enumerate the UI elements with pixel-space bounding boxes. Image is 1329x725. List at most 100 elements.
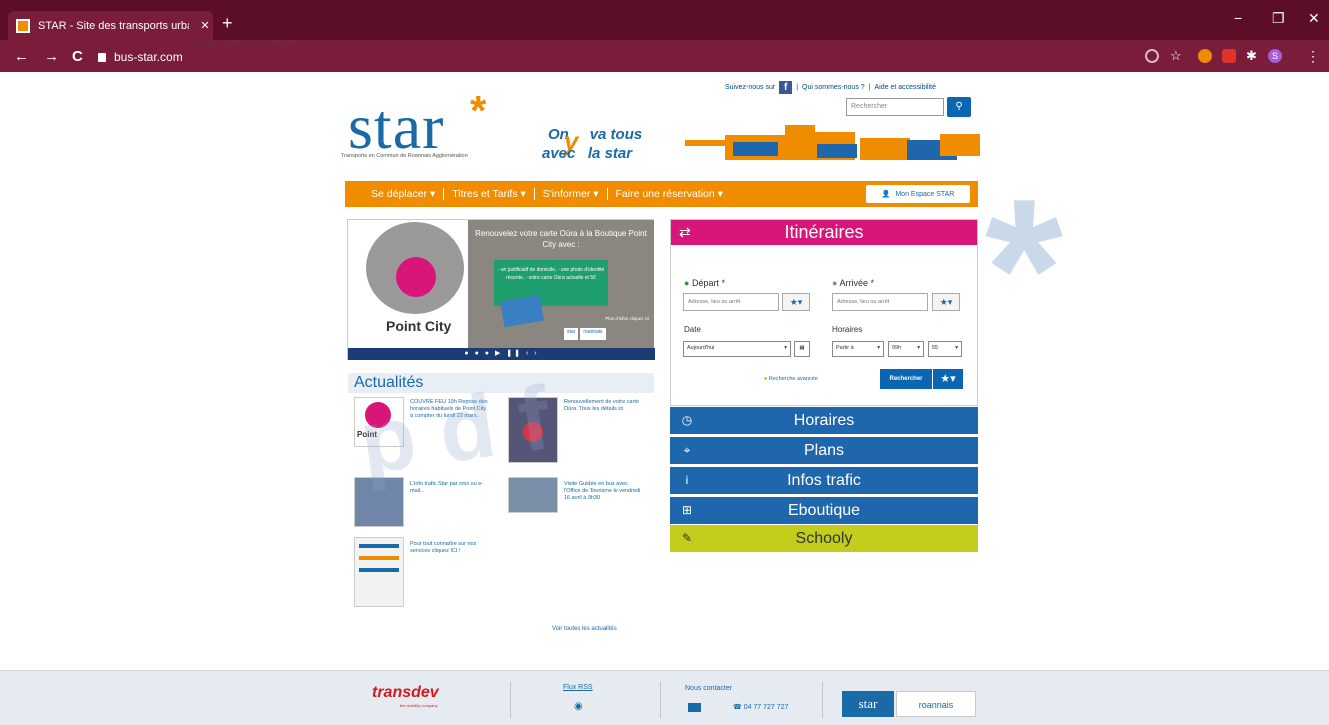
mail-icon[interactable] [688,703,701,712]
lock-icon [98,52,106,62]
menu-sinformer[interactable]: S'informer ▾ [535,188,608,200]
arrivee-favorites-button[interactable]: ★▾ [932,293,960,311]
time-mode-select[interactable]: Partir à ▾ [832,341,884,357]
chevron-down-icon: ▾ [784,345,787,351]
hour-select[interactable]: 09h ▾ [888,341,924,357]
logo-subtitle: Transports en Commun de Roannais Agglomé… [341,153,468,159]
phone-icon: ☎ [733,704,742,711]
profile-avatar[interactable]: S [1268,49,1282,63]
facebook-icon[interactable]: f [779,81,793,94]
horaires-bar[interactable]: ◷ Horaires [670,407,978,434]
map-pin-icon: ⌖ [683,443,691,457]
date-select[interactable]: Aujourd'hui ▾ [683,341,791,357]
phone-number[interactable]: ☎ 04 77 727 727 [733,703,788,711]
mon-espace-button[interactable]: 👤 Mon Espace STAR [866,185,970,203]
star-logo[interactable]: star [348,95,444,159]
page-body [0,72,1329,725]
required-note: Les champs précédés d'une * sont obligat… [192,40,296,46]
footer-roannais-logo[interactable]: roannais [896,691,976,717]
eboutique-bar[interactable]: ⊞ Eboutique [670,497,978,524]
point-city-logo: Point City [386,318,452,334]
extension-icon[interactable] [1198,49,1212,63]
follow-us-text: Suivez-nous sur [725,84,776,91]
carousel-more-info[interactable]: Plus d'infos cliquez ici [564,316,649,321]
carousel-title: Renouvelez votre carte Oùra à la Boutiqu… [475,229,647,249]
pdf-extension-icon[interactable] [1222,49,1236,63]
infos-trafic-bar[interactable]: i Infos trafic [670,467,978,494]
menu-se-deplacer[interactable]: Se déplacer ▾ [363,188,445,200]
advanced-search-link[interactable]: ● Recherche avancée [764,376,818,382]
info-icon: i [685,473,689,487]
arrivee-label: ● Arrivée * [832,278,874,288]
watermark-star: * [985,158,1063,381]
tab-title: STAR - Site des transports urbai [38,19,189,32]
carousel-roannais-logo: roannais [580,328,606,340]
slogan-la-star: la star [587,145,633,162]
depart-input[interactable]: Adresse, lieu ou arrêt [683,293,779,311]
horaires-label: Horaires [832,325,863,334]
favorite-routes-button[interactable]: ★▾ [933,369,963,389]
browser-menu-icon[interactable]: ⋮ [1306,49,1320,63]
arrivee-input[interactable]: Adresse, lieu ou arrêt [832,293,928,311]
clock-icon: ◷ [681,413,693,427]
favicon-icon [16,18,30,33]
carousel-star-logo: star [564,328,579,340]
news-item-text[interactable]: Visite Guidée en bus avec l'Office de To… [564,481,644,502]
schooly-bar[interactable]: ✎ Schooly [670,525,978,552]
search-itinerary-button[interactable]: Rechercher [880,369,932,389]
minute-select[interactable]: 55 ▾ [928,341,962,357]
back-button[interactable]: ← [14,48,29,65]
city-skyline-illustration [685,125,980,160]
cart-icon: ⊞ [681,503,693,517]
pencil-icon: ✎ [681,531,693,545]
browser-tab[interactable]: STAR - Site des transports urbai ✕ [8,11,213,40]
logo-asterisk-icon: * [470,87,487,134]
mon-espace-label: Mon Espace STAR [895,190,955,198]
minimize-button[interactable]: − [1234,10,1242,26]
footer-star-logo[interactable]: star [842,691,894,717]
menu-reservation[interactable]: Faire une réservation ▾ [608,188,731,200]
pin-grey-icon: ● [832,278,838,288]
site-footer [0,670,1329,725]
depart-favorites-button[interactable]: ★▾ [782,293,810,311]
promo-carousel[interactable]: Point City Renouvelez votre carte Oùra à… [347,219,655,360]
restore-button[interactable]: ❐ [1272,10,1285,27]
depart-label: ● Départ * [684,278,725,288]
site-search-input[interactable]: Rechercher [846,98,944,116]
close-window-button[interactable]: ✕ [1308,10,1320,27]
news-thumb-services[interactable] [354,537,404,607]
footer-divider [510,682,511,718]
transdev-logo[interactable]: transdev [372,684,439,702]
calendar-icon[interactable]: ▦ [794,341,810,357]
rss-icon[interactable]: ◉ [574,701,583,712]
help-link[interactable]: Aide et accessibilité [875,84,936,91]
slogan-va-tous: va tous [589,126,643,143]
oura-card-image [500,294,544,328]
footer-divider [660,682,661,718]
top-links: Suivez-nous sur f | Qui sommes-nous ? | … [725,81,936,94]
contact-label: Nous contacter [685,685,733,692]
tab-close-icon[interactable]: ✕ [197,19,213,32]
forward-button[interactable]: → [44,48,59,65]
date-label: Date [684,325,701,334]
url-field[interactable]: bus-star.com [98,47,1128,67]
route-icon: ⇄ [679,224,691,240]
search-icon[interactable]: ⚲ [947,97,971,117]
bookmark-star-icon[interactable]: ☆ [1170,49,1184,63]
zoom-icon[interactable] [1145,49,1159,63]
news-item-text[interactable]: Renouvellement de votre carte Oùra. Tous… [564,399,644,413]
pin-green-icon: ● [684,278,690,288]
reload-button[interactable]: C [72,48,83,65]
news-thumb-visite[interactable] [508,477,558,513]
url-text: bus-star.com [114,50,183,64]
who-we-are-link[interactable]: Qui sommes-nous ? [802,84,865,91]
carousel-controls[interactable]: ● ● ● ▶ ❚❚ ‹ › [348,348,655,360]
rss-link[interactable]: Flux RSS [563,684,593,691]
news-item-text[interactable]: Pour tout connaître sur nos services cli… [410,541,490,555]
menu-titres-tarifs[interactable]: Titres et Tarifs ▾ [444,188,535,200]
puzzle-extensions-icon[interactable]: ✱ [1246,49,1260,63]
plans-bar[interactable]: ⌖ Plans [670,437,978,464]
slogan: On va tous y avec la star [538,126,658,166]
see-all-news-link[interactable]: Voir toutes les actualités [552,626,617,632]
new-tab-button[interactable]: + [222,14,233,32]
